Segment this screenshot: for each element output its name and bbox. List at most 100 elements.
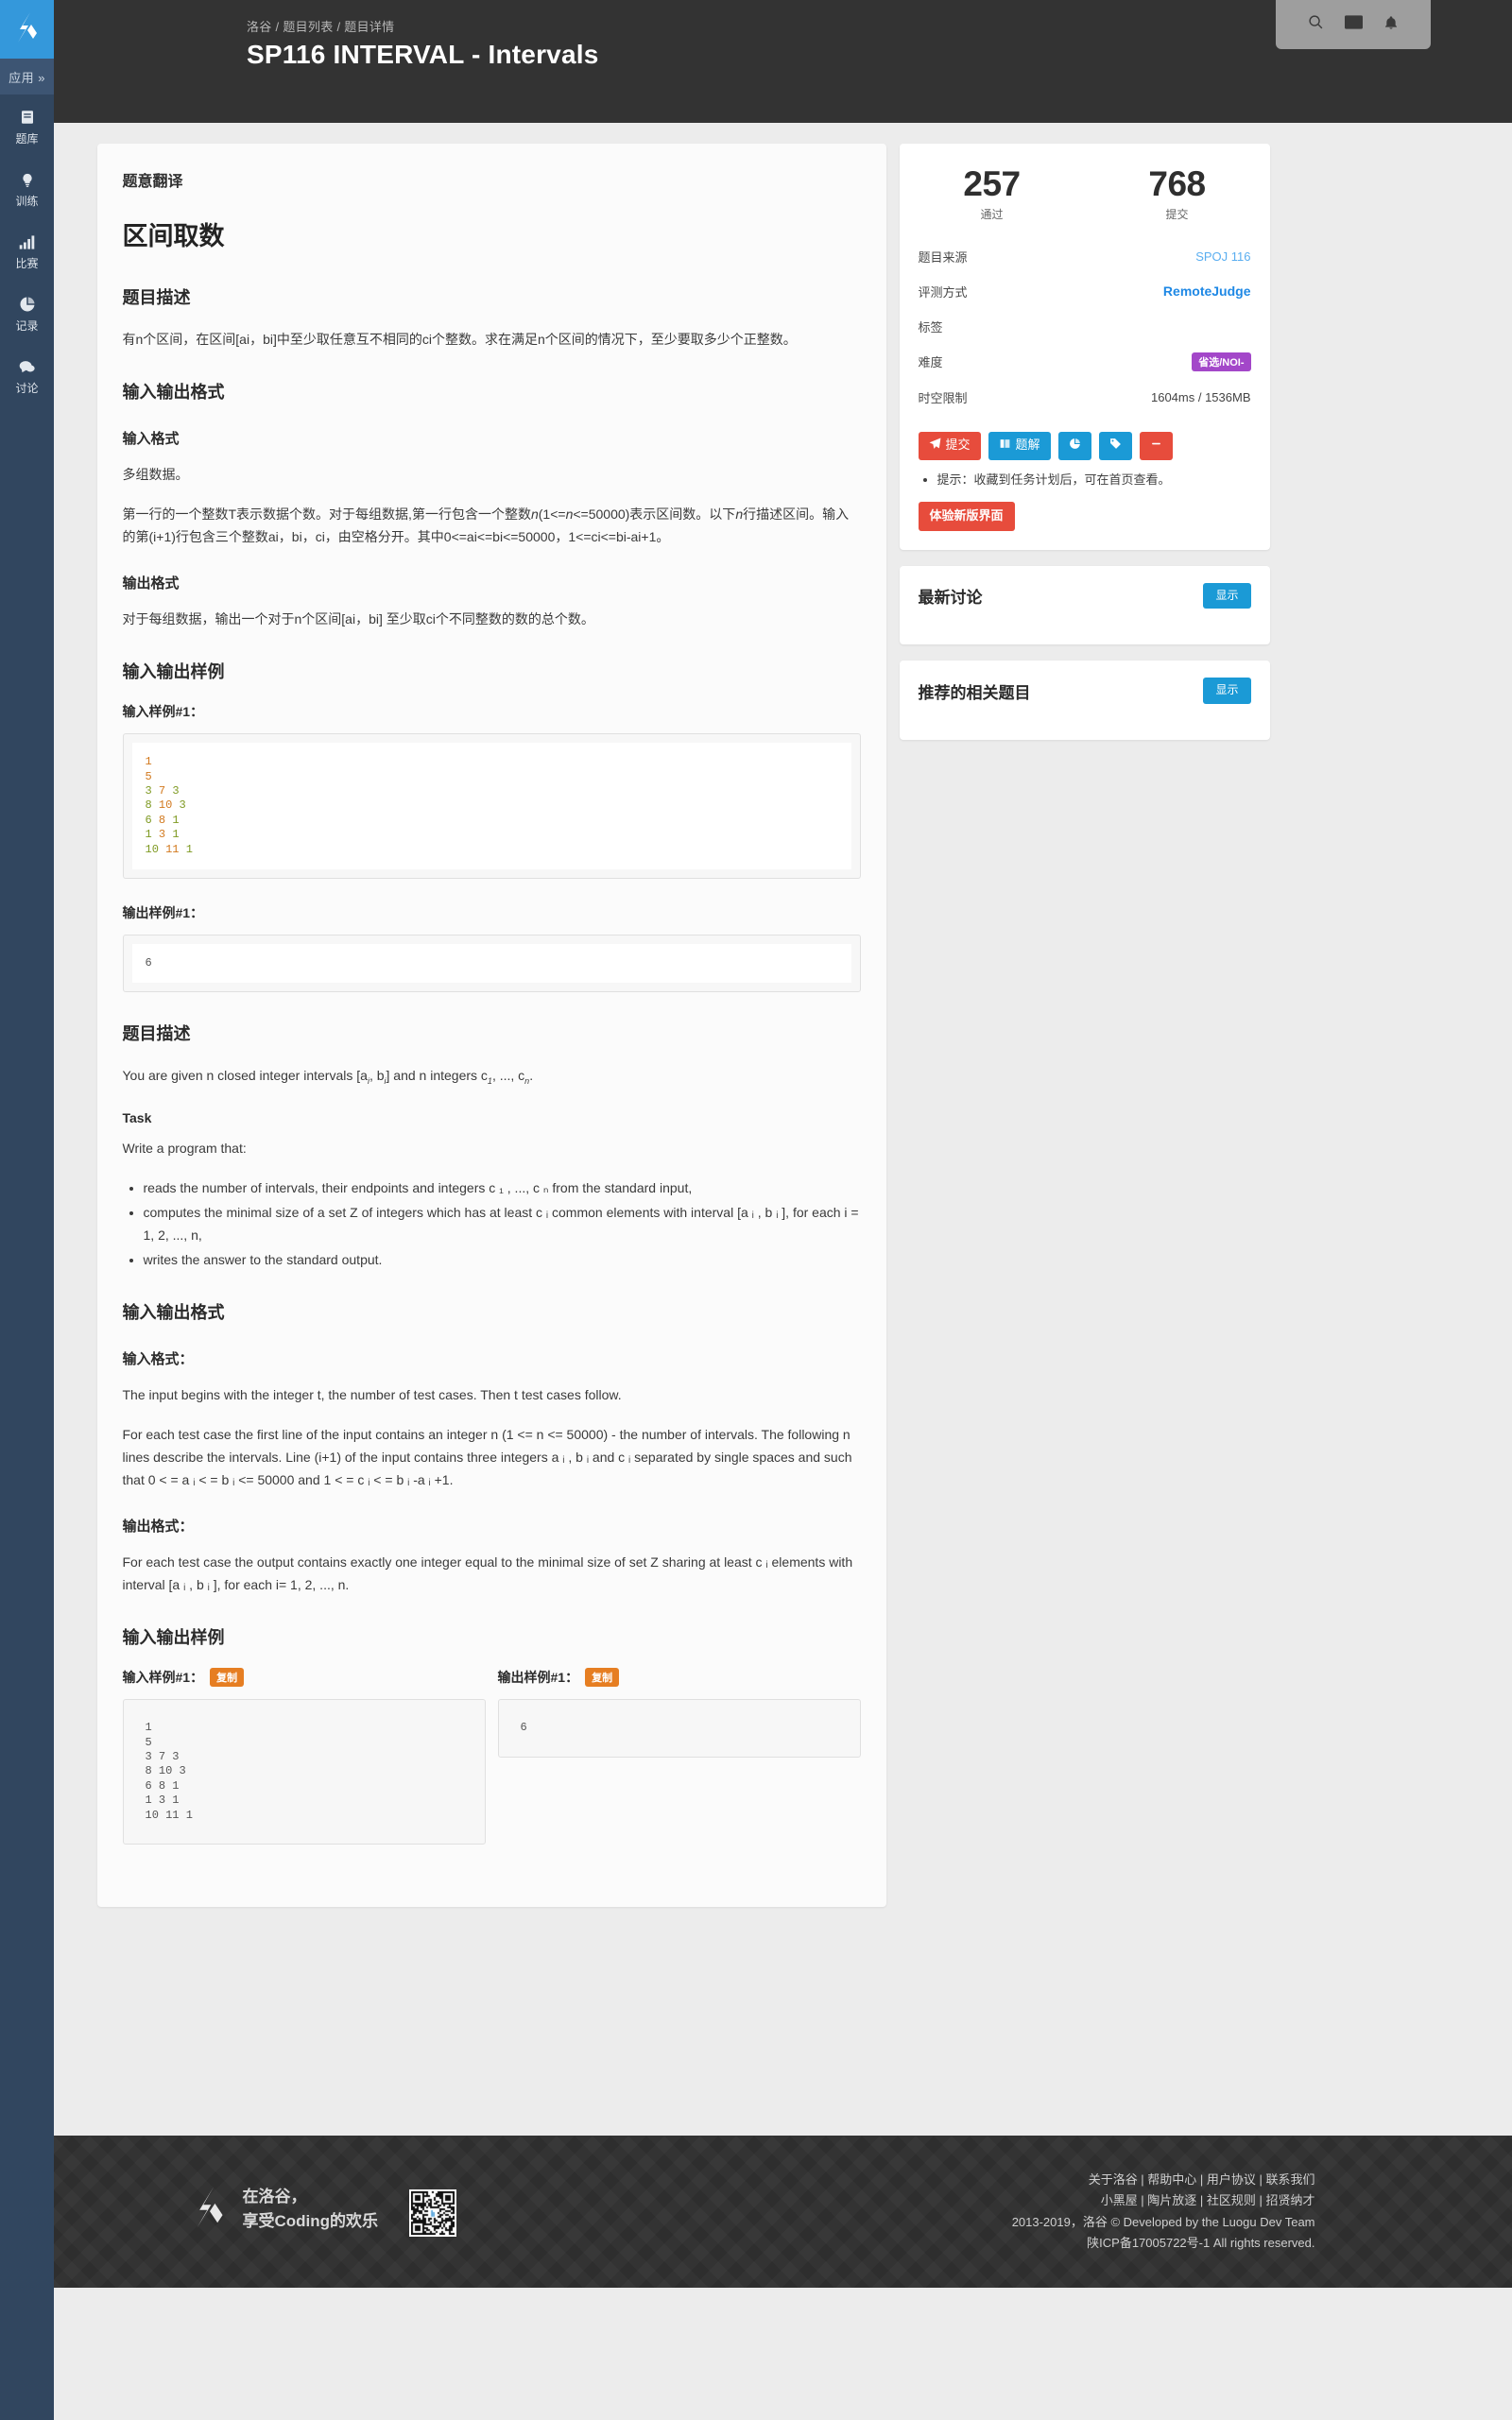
sidebar-item-discuss[interactable]: 讨论 (0, 344, 54, 406)
copy-input-button[interactable]: 复制 (210, 1668, 245, 1688)
stat-label: 通过 (980, 207, 1004, 221)
problem-sidebar: 257 通过 768 提交 题目来源 SPOJ 116 评测方式 RemoteJ… (899, 144, 1270, 756)
sidebar-item-label: 讨论 (15, 382, 39, 395)
meta-value-judge[interactable]: RemoteJudge (1163, 283, 1251, 299)
sample-output-column: 输出样例#1： 复制 6 (497, 1668, 861, 1869)
submit-button-label: 提交 (945, 438, 971, 453)
sample-input-block-cn: 1 5 3 7 3 8 10 3 6 8 1 1 3 1 10 11 1 (122, 733, 861, 879)
minus-icon (1150, 438, 1162, 455)
sample-output-label-text: 输出样例#1： (497, 1670, 579, 1686)
stats-button[interactable] (1057, 431, 1091, 460)
page-title: SP116 INTERVAL - Intervals (247, 40, 599, 69)
stat-label: 提交 (1165, 207, 1189, 221)
copy-output-button[interactable]: 复制 (585, 1668, 620, 1688)
db5: . (529, 1068, 534, 1084)
tag-button[interactable] (1098, 431, 1132, 460)
meta-key: 题目来源 (918, 249, 968, 265)
sample-output-block-en: 6 (497, 1699, 861, 1758)
meta-key: 难度 (918, 355, 943, 370)
output-format-heading-en: 输出格式： (122, 1519, 194, 1536)
sidebar-item-training[interactable]: 训练 (0, 157, 54, 219)
footer-links-row2[interactable]: 小黑屋 | 陶片放逐 | 社区规则 | 招贤纳才 (1012, 2190, 1315, 2211)
input-format-en-p1: The input begins with the integer t, the… (122, 1386, 622, 1402)
sidebar-item-label: 题库 (15, 132, 39, 146)
sidebar-item-contests[interactable]: 比赛 (0, 219, 54, 282)
luogu-logo-icon (192, 2186, 228, 2234)
hint-block: 提示：收藏到任务计划后，可在首页查看。 (900, 466, 1270, 490)
list-item: writes the answer to the standard output… (144, 1248, 861, 1271)
related-problems-header: 推荐的相关题目 显示 (900, 661, 1270, 721)
meta-key: 时空限制 (918, 390, 968, 405)
sample-pair-row: 输入样例#1： 复制 1 5 3 7 3 8 10 3 6 8 1 1 3 1 1… (122, 1668, 861, 1869)
sidebar-item-label: 训练 (15, 195, 39, 208)
samples-heading-en: 输入输出样例 (122, 1628, 225, 1648)
apps-menu-button[interactable]: 应用 » (0, 59, 54, 94)
meta-value-source-link[interactable]: SPOJ 116 (1195, 249, 1250, 264)
footer-slogan-line2: 享受Coding的欢乐 (242, 2212, 379, 2231)
breadcrumb[interactable]: 洛谷 / 题目列表 / 题目详情 (247, 17, 394, 35)
sample-output-label-cn: 输出样例#1： (122, 904, 204, 920)
sample-input-label-cn: 输入样例#1： (122, 704, 204, 720)
comment-icon (0, 356, 54, 377)
bell-icon[interactable] (1383, 14, 1399, 36)
remove-button[interactable] (1139, 431, 1173, 460)
search-icon[interactable] (1308, 14, 1324, 35)
problem-content-card: 题意翻译 区间取数 题目描述 有n个区间，在区间[ai，bi]中至少取任意互不相… (96, 144, 886, 1907)
sidebar-item-problems[interactable]: 题库 (0, 94, 54, 157)
samples-heading-cn: 输入输出样例 (122, 662, 225, 682)
status-badge[interactable]: 省选/NOI- (1192, 352, 1251, 371)
footer-links-row1[interactable]: 关于洛谷 | 帮助中心 | 用户协议 | 联系我们 (1012, 2170, 1315, 2190)
db4: , ..., c (491, 1068, 525, 1084)
pie-chart-icon (0, 294, 54, 315)
solution-button[interactable]: 题解 (988, 431, 1051, 460)
sample-input-code-cn[interactable]: 1 5 3 7 3 8 10 3 6 8 1 1 3 1 10 11 1 (131, 743, 851, 869)
sample-input-code-en[interactable]: 1 5 3 7 3 8 10 3 6 8 1 1 3 1 10 11 1 (132, 1708, 476, 1835)
task-intro: Write a program that: (122, 1140, 247, 1156)
solution-button-label: 题解 (1015, 438, 1040, 453)
if-n3: n (735, 506, 744, 523)
stat-value: 768 (1148, 164, 1206, 203)
sample-input-label-en: 输入样例#1： 复制 (122, 1668, 486, 1688)
page-body: 题意翻译 区间取数 题目描述 有n个区间，在区间[ai，bi]中至少取任意互不相… (54, 123, 1512, 2136)
meta-key: 评测方式 (918, 284, 968, 300)
list-item: computes the minimal size of a set Z of … (144, 1201, 861, 1246)
input-format-heading-en: 输入格式： (122, 1350, 194, 1367)
luogu-logo-button[interactable] (0, 0, 54, 59)
stat-value: 257 (963, 164, 1021, 203)
stat-submissions: 768 提交 (1085, 164, 1270, 222)
output-format-heading-cn: 输出格式 (122, 575, 180, 592)
sample-input-column: 输入样例#1： 复制 1 5 3 7 3 8 10 3 6 8 1 1 3 1 1… (122, 1668, 486, 1869)
meta-row-judge: 评测方式 RemoteJudge (919, 274, 1251, 309)
sample-input-label-text: 输入样例#1： (122, 1670, 204, 1686)
mail-icon[interactable] (1345, 15, 1363, 34)
sample-output-code-cn[interactable]: 6 (131, 943, 851, 984)
new-ui-button[interactable]: 体验新版界面 (918, 501, 1015, 531)
left-sidebar-rail: 应用 » 题库 训练 比赛 记录 讨论 (0, 0, 54, 2420)
sidebar-item-records[interactable]: 记录 (0, 282, 54, 344)
db3: ] and n integers c (386, 1068, 488, 1084)
show-related-button[interactable]: 显示 (1203, 678, 1251, 704)
related-problems-body (900, 721, 1270, 740)
if-a: 第一行的一个整数T表示数据个数。对于每组数据,第一行包含一个整数 (122, 506, 531, 523)
description-body-en: You are given n closed integer intervals… (122, 1068, 534, 1087)
footer-icp[interactable]: 陕ICP备17005722号-1 All rights reserved. (1012, 2233, 1314, 2254)
sample-output-label-en: 输出样例#1： 复制 (497, 1668, 861, 1688)
latest-discussion-card: 最新讨论 显示 (899, 565, 1270, 645)
sample-output-block-cn: 6 (122, 934, 861, 993)
apps-label: 应用 » (9, 70, 45, 85)
stats-row: 257 通过 768 提交 (900, 144, 1270, 239)
translation-heading: 题意翻译 (122, 174, 183, 190)
description-heading-en: 题目描述 (122, 1024, 191, 1044)
paper-plane-icon (929, 438, 941, 455)
lightbulb-icon (0, 169, 54, 190)
sample-output-code-en[interactable]: 6 (507, 1708, 851, 1747)
task-heading: Task (122, 1109, 152, 1125)
description-heading-cn: 题目描述 (122, 288, 191, 307)
input-format-heading-cn: 输入格式 (122, 431, 180, 448)
submit-button[interactable]: 提交 (918, 431, 981, 460)
footer-copyright: 2013-2019，洛谷 © Developed by the Luogu De… (1011, 2214, 1315, 2229)
show-discussion-button[interactable]: 显示 (1203, 582, 1251, 609)
if-n1: n (530, 506, 539, 523)
meta-row-source: 题目来源 SPOJ 116 (919, 239, 1251, 274)
page-footer: 在洛谷， 享受Coding的欢乐 关于洛谷 | 帮助中心 | 用户协议 | 联系… (54, 2136, 1512, 2288)
